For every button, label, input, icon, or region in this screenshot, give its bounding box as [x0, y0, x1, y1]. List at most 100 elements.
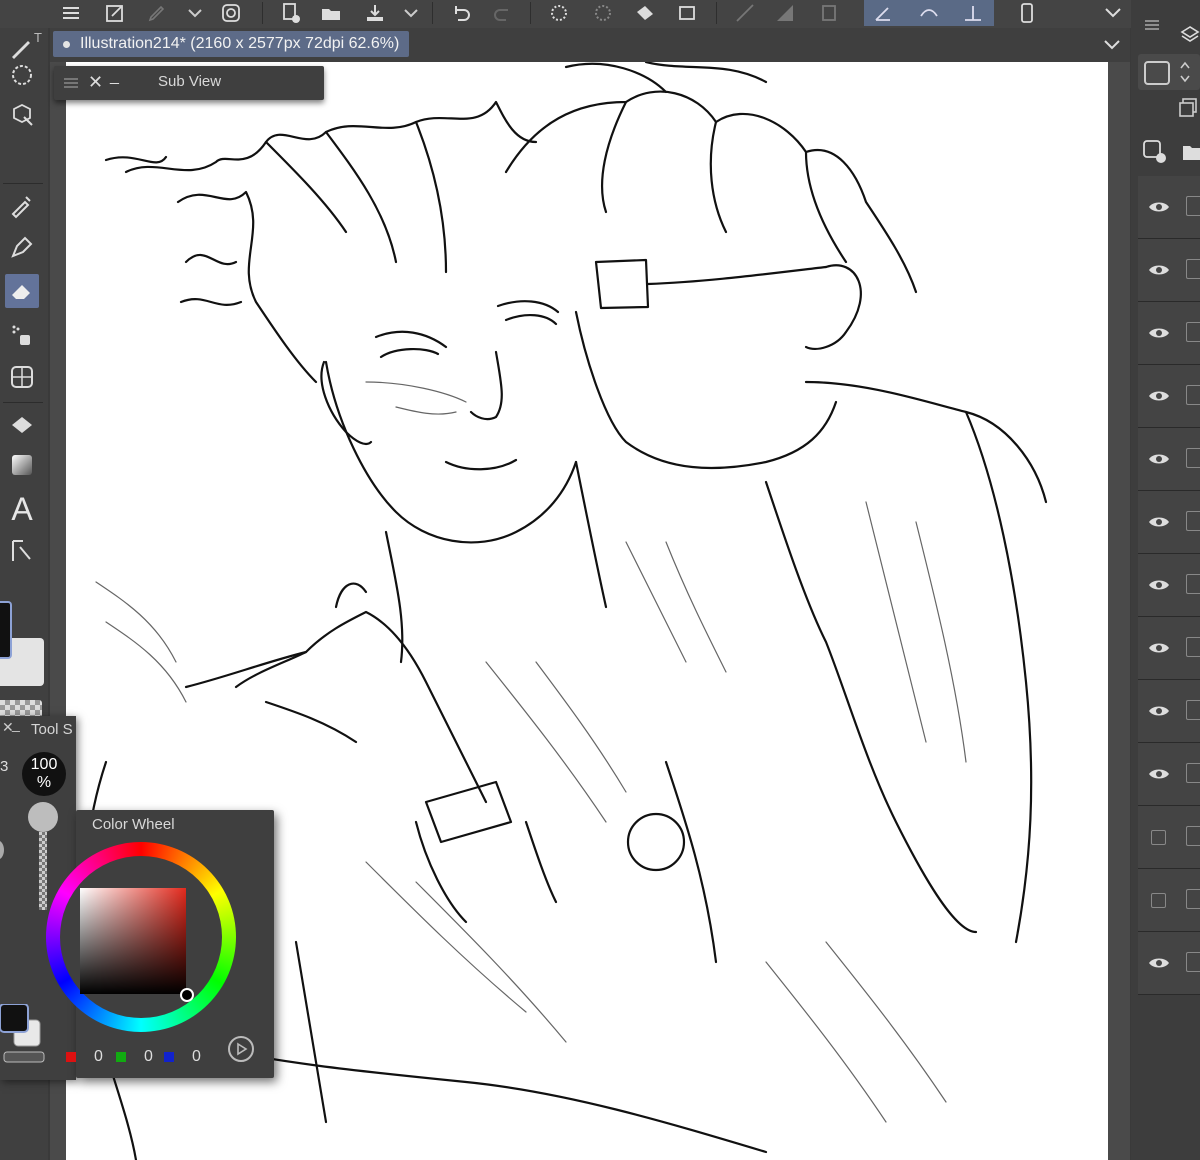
layer-shape-selector[interactable]	[1138, 54, 1200, 90]
layer-row[interactable]	[1138, 617, 1200, 680]
visibility-checkbox[interactable]	[1151, 893, 1166, 908]
edit-icon[interactable]	[142, 0, 172, 26]
color-wheel-title: Color Wheel	[92, 816, 175, 833]
airbrush-icon[interactable]	[5, 318, 39, 352]
layer-row[interactable]	[1138, 176, 1200, 239]
toolbar-divider	[530, 2, 531, 24]
eyedropper-icon[interactable]	[5, 188, 39, 222]
selection-icon[interactable]	[588, 0, 618, 26]
layer-row[interactable]	[1138, 869, 1200, 932]
tab-menu-chevron-icon[interactable]	[1102, 34, 1122, 54]
red-value[interactable]: 0	[94, 1048, 103, 1066]
red-channel-icon	[66, 1052, 76, 1062]
chevron-down-icon[interactable]	[180, 0, 210, 26]
pen-correction-icon[interactable]	[868, 0, 898, 26]
partial-label: T	[34, 30, 42, 45]
fill-bucket-icon[interactable]	[5, 408, 39, 442]
layer-thumbnail	[1186, 763, 1200, 783]
pen-nib-icon[interactable]	[5, 230, 39, 264]
green-value[interactable]: 0	[144, 1048, 153, 1066]
color-picker-marker[interactable]	[180, 988, 194, 1002]
layer-row[interactable]	[1138, 932, 1200, 995]
fg-bg-color-chip[interactable]	[0, 1004, 50, 1068]
saturation-value-square[interactable]	[80, 888, 186, 994]
eraser-icon[interactable]	[5, 274, 39, 308]
new-canvas-icon[interactable]	[100, 0, 130, 26]
redo-icon[interactable]	[488, 0, 518, 26]
close-icon[interactable]: ✕	[88, 72, 103, 93]
line-icon[interactable]	[958, 0, 988, 26]
opacity-slider-knob[interactable]	[28, 802, 58, 832]
panel-menu-icon[interactable]	[1145, 18, 1159, 32]
eye-icon[interactable]	[1146, 509, 1172, 535]
transform-icon[interactable]	[544, 0, 574, 26]
toolbar-divider	[716, 2, 717, 24]
eye-icon[interactable]	[1146, 572, 1172, 598]
opacity-indicator[interactable]: 100 %	[22, 752, 66, 796]
new-file-icon[interactable]	[276, 0, 306, 26]
collapse-chevron-icon[interactable]	[1098, 0, 1128, 26]
blue-value[interactable]: 0	[192, 1048, 201, 1066]
crop-icon[interactable]	[672, 0, 702, 26]
spiral-icon[interactable]	[216, 0, 246, 26]
stroke-icon[interactable]	[914, 0, 944, 26]
layer-row[interactable]	[1138, 428, 1200, 491]
eye-icon[interactable]	[1146, 761, 1172, 787]
device-icon[interactable]	[1012, 0, 1042, 26]
layers-icon[interactable]	[1179, 24, 1200, 46]
layer-row[interactable]	[1138, 680, 1200, 743]
document-tab-bar: Illustration214* (2160 x 2577px 72dpi 62…	[50, 28, 1130, 62]
layer-row[interactable]	[1138, 491, 1200, 554]
toolbar-divider	[262, 2, 263, 24]
fill-icon[interactable]	[630, 0, 660, 26]
new-layer-icon[interactable]	[1141, 138, 1167, 164]
eye-icon[interactable]	[1146, 635, 1172, 661]
foreground-color-swatch[interactable]	[0, 601, 12, 659]
play-icon[interactable]	[228, 1036, 254, 1062]
text-tool-icon[interactable]: A	[5, 492, 39, 526]
eye-icon[interactable]	[1146, 383, 1172, 409]
layer-row[interactable]	[1138, 806, 1200, 869]
copy-layer-icon[interactable]	[1177, 96, 1199, 118]
minimize-icon[interactable]: _	[110, 68, 119, 86]
ruler-icon[interactable]	[730, 0, 760, 26]
eye-icon[interactable]	[1146, 320, 1172, 346]
eye-icon[interactable]	[1146, 257, 1172, 283]
open-folder-icon[interactable]	[316, 0, 346, 26]
save-options-chevron-icon[interactable]	[396, 0, 426, 26]
drag-handle-icon[interactable]	[64, 76, 78, 90]
object-select-icon[interactable]	[5, 98, 39, 132]
eye-icon[interactable]	[1146, 446, 1172, 472]
gradient-icon[interactable]	[770, 0, 800, 26]
eye-icon[interactable]	[1146, 698, 1172, 724]
lasso-icon[interactable]	[5, 58, 39, 92]
layer-row[interactable]	[1138, 554, 1200, 617]
panel-minimize-icon[interactable]: _	[12, 716, 20, 732]
grid-tool-icon[interactable]	[5, 360, 39, 394]
layer-thumbnail	[1186, 511, 1200, 531]
frame-icon[interactable]	[814, 0, 844, 26]
gradient-tool-icon[interactable]	[5, 448, 39, 482]
layer-thumbnail	[1186, 889, 1200, 909]
eye-icon[interactable]	[1146, 950, 1172, 976]
document-tab[interactable]: Illustration214* (2160 x 2577px 72dpi 62…	[53, 31, 410, 57]
menu-icon[interactable]	[56, 0, 86, 26]
size-knob[interactable]	[0, 840, 4, 860]
layer-row[interactable]	[1138, 239, 1200, 302]
folder-icon[interactable]	[1181, 140, 1200, 162]
undo-icon[interactable]	[446, 0, 476, 26]
layer-row[interactable]	[1138, 302, 1200, 365]
save-icon[interactable]	[360, 0, 390, 26]
layer-row[interactable]	[1138, 743, 1200, 806]
partial-size-value: 3	[0, 758, 9, 775]
layer-thumbnail	[1186, 448, 1200, 468]
layer-thumbnail	[1186, 952, 1200, 972]
visibility-checkbox[interactable]	[1151, 830, 1166, 845]
eye-icon[interactable]	[1146, 194, 1172, 220]
toolbar-divider	[432, 2, 433, 24]
spinner-chevrons-icon[interactable]	[1178, 58, 1192, 86]
layer-row[interactable]	[1138, 365, 1200, 428]
opacity-slider-track[interactable]	[39, 832, 47, 910]
layer-thumbnail	[1186, 574, 1200, 594]
operation-tool-icon[interactable]	[5, 534, 39, 568]
